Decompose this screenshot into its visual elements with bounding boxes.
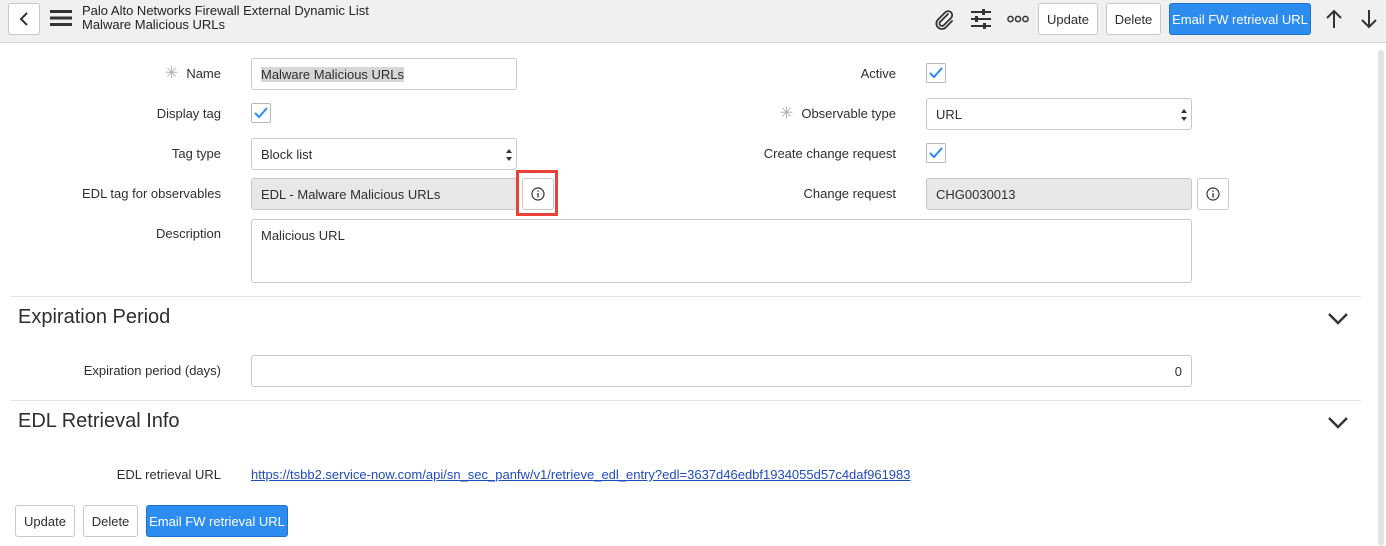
edl-retrieval-url-link[interactable]: https://tsbb2.service-now.com/api/sn_sec… [251, 467, 911, 482]
hamburger-menu-icon[interactable] [50, 9, 72, 27]
description-label: Description [155, 226, 221, 241]
description-textarea[interactable]: Malicious URL [251, 219, 1192, 283]
expiration-period-label: Expiration period (days) [83, 363, 221, 378]
create-change-request-label: Create change request [763, 146, 896, 161]
create-change-request-checkbox[interactable] [926, 143, 946, 163]
section-divider [11, 400, 1361, 401]
required-asterisk-icon: ✳ [164, 65, 179, 82]
info-icon [531, 187, 545, 201]
record-title: Malware Malicious URLs [82, 17, 226, 32]
tag-type-select[interactable]: Block list [251, 138, 517, 170]
form-header: Palo Alto Networks Firewall External Dyn… [0, 0, 1386, 43]
expiration-period-input[interactable]: 0 [251, 355, 1192, 387]
display-tag-checkbox[interactable] [251, 103, 271, 123]
checkmark-icon [254, 107, 268, 119]
observable-type-label: ✳ Observable type [779, 105, 896, 122]
table-title: Palo Alto Networks Firewall External Dyn… [82, 3, 369, 18]
change-request-info-button[interactable] [1197, 178, 1229, 210]
active-label: Active [860, 66, 896, 81]
header-update-button[interactable]: Update [1038, 3, 1098, 35]
change-request-field: CHG0030013 [926, 178, 1192, 210]
edl-tag-info-button[interactable] [522, 178, 554, 210]
back-button[interactable] [8, 3, 40, 35]
section-divider [11, 296, 1361, 297]
checkmark-icon [929, 67, 943, 79]
more-options-icon[interactable] [1006, 8, 1030, 30]
header-delete-button[interactable]: Delete [1106, 3, 1161, 35]
arrow-up-icon[interactable] [1322, 8, 1346, 30]
back-icon [19, 12, 28, 26]
header-title-block: Palo Alto Networks Firewall External Dyn… [82, 4, 369, 32]
footer-delete-button[interactable]: Delete [83, 505, 138, 537]
footer-update-button[interactable]: Update [15, 505, 75, 537]
chevron-down-icon[interactable] [1327, 416, 1349, 430]
paperclip-icon[interactable] [932, 8, 956, 30]
header-email-fw-url-button[interactable]: Email FW retrieval URL [1169, 3, 1311, 35]
sliders-icon[interactable] [969, 8, 993, 30]
edl-retrieval-url-label: EDL retrieval URL [116, 467, 221, 482]
arrow-down-icon[interactable] [1357, 8, 1381, 30]
checkmark-icon [929, 147, 943, 159]
name-input[interactable]: Malware Malicious URLs [251, 58, 517, 90]
active-checkbox[interactable] [926, 63, 946, 83]
edl-tag-field: EDL - Malware Malicious URLs [251, 178, 517, 210]
edl-tag-label: EDL tag for observables [82, 186, 221, 201]
change-request-label: Change request [803, 186, 896, 201]
select-arrows-icon [506, 149, 512, 161]
chevron-down-icon[interactable] [1327, 312, 1349, 326]
edl-section-title: EDL Retrieval Info [18, 410, 180, 432]
tag-type-label: Tag type [171, 146, 221, 161]
footer-email-fw-url-button[interactable]: Email FW retrieval URL [146, 505, 288, 537]
name-label: ✳ Name [164, 65, 221, 82]
expiration-section-title: Expiration Period [18, 306, 171, 328]
observable-type-select[interactable]: URL [926, 98, 1192, 130]
display-tag-label: Display tag [156, 106, 221, 121]
scrollbar[interactable] [1378, 50, 1384, 546]
info-icon [1206, 187, 1220, 201]
select-arrows-icon [1181, 109, 1187, 121]
required-asterisk-icon: ✳ [779, 105, 794, 122]
